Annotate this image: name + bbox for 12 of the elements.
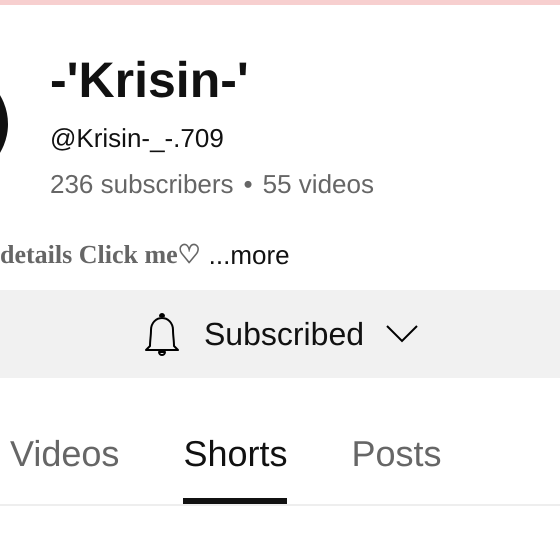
separator-dot: • — [244, 168, 253, 200]
caret-icon — [386, 325, 418, 343]
subscribed-button[interactable]: Subscribed — [0, 290, 560, 378]
channel-description: details Click me♡ — [0, 239, 201, 271]
channel-handle: @Krisin-_-.709 — [50, 122, 225, 154]
tab[interactable]: Posts — [351, 434, 442, 504]
tab[interactable]: Videos — [10, 434, 120, 504]
tab[interactable]: Shorts — [183, 434, 288, 504]
more-link[interactable]: ...more — [208, 238, 290, 272]
channel-name: -'Krisin-' — [50, 51, 250, 110]
video-count: 55 videos — [262, 168, 374, 200]
subscriber-count: 236 subscribers — [50, 168, 234, 200]
